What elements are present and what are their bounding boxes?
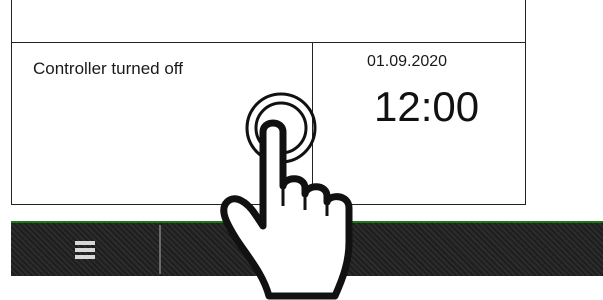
bar-separator bbox=[159, 225, 161, 274]
controller-screen: Controller turned off 01.09.2020 12:00 bbox=[0, 0, 603, 300]
status-text: Controller turned off bbox=[33, 59, 183, 78]
time-label: 12:00 bbox=[374, 83, 480, 130]
hamburger-menu-icon bbox=[75, 240, 95, 259]
date-label: 01.09.2020 bbox=[367, 53, 448, 70]
menu-button[interactable] bbox=[11, 223, 159, 276]
tap-hand-icon bbox=[220, 92, 353, 300]
